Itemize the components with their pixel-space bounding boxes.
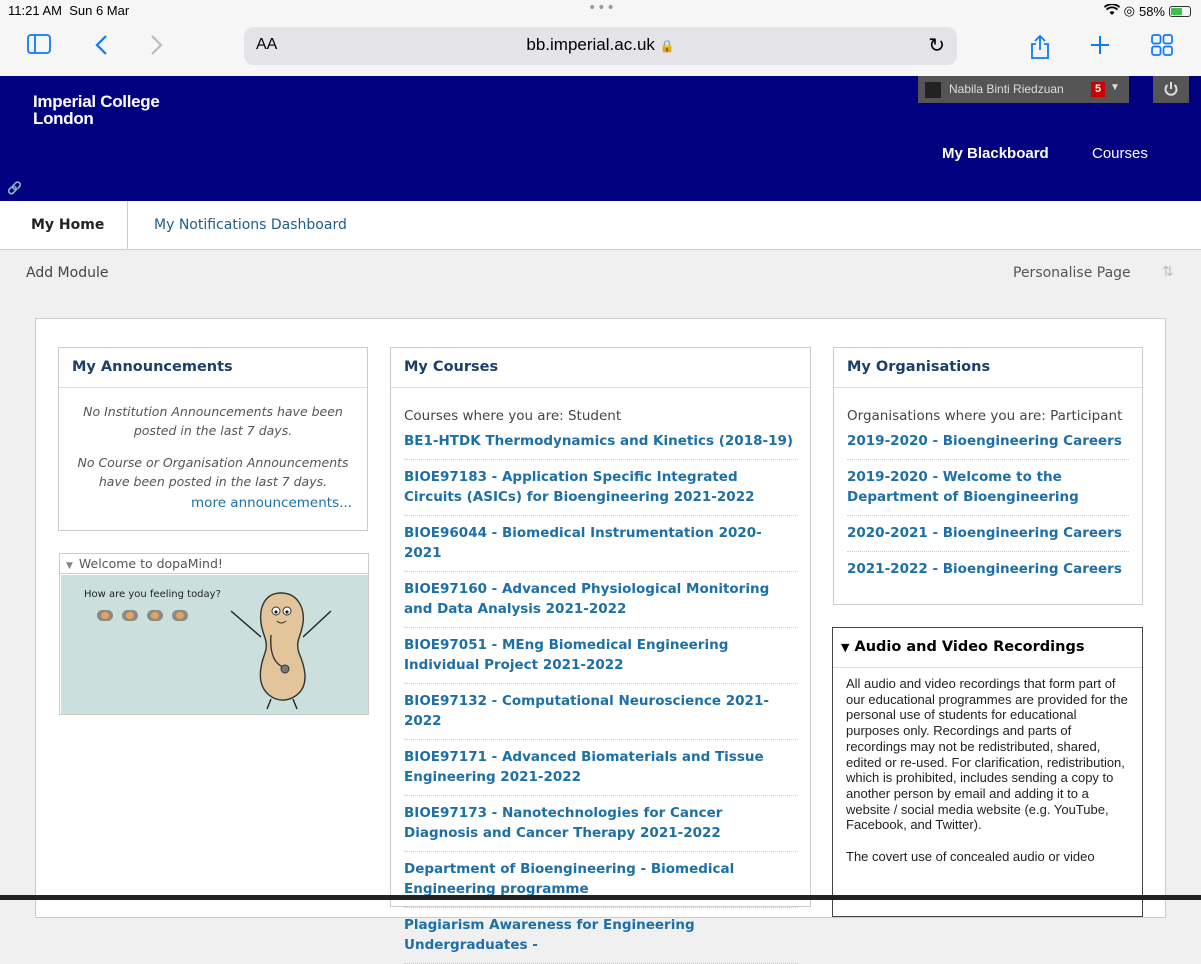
announcements-module: My Announcements No Institution Announce… <box>58 347 368 531</box>
peanut-mascot-icon <box>230 592 332 710</box>
organisation-link[interactable]: 2019-2020 - Welcome to the Department of… <box>847 460 1129 516</box>
nav-my-blackboard[interactable]: My Blackboard <box>942 145 1049 162</box>
course-link[interactable]: BIOE97171 - Advanced Biomaterials and Ti… <box>404 740 798 796</box>
module-title[interactable]: My Announcements <box>59 348 367 388</box>
course-link[interactable]: BIOE97132 - Computational Neuroscience 2… <box>404 684 798 740</box>
logout-button[interactable] <box>1153 76 1189 103</box>
course-link[interactable]: BIOE97183 - Application Specific Integra… <box>404 460 798 516</box>
battery-icon <box>1169 5 1191 17</box>
collapse-icon[interactable]: ▼ <box>841 641 849 654</box>
course-link[interactable]: Plagiarism Awareness for Engineering Und… <box>404 908 798 964</box>
mood-happy-icon[interactable] <box>97 610 113 621</box>
courses-module: My Courses Courses where you are: Studen… <box>390 347 811 964</box>
organisation-link[interactable]: 2021-2022 - Bioengineering Careers <box>847 552 1129 587</box>
nav-courses[interactable]: Courses <box>1092 145 1148 162</box>
avatar <box>925 82 941 98</box>
chevron-down-icon[interactable]: ▼ <box>1110 82 1120 93</box>
url-text[interactable]: bb.imperial.ac.uk 🔒 <box>244 35 957 55</box>
course-link[interactable]: BIOE97051 - MEng Biomedical Engineering … <box>404 628 798 684</box>
back-icon[interactable] <box>90 34 112 60</box>
collapse-icon[interactable]: ▼ <box>66 561 73 571</box>
battery-percent: 58% <box>1138 3 1165 19</box>
organisations-list: 2019-2020 - Bioengineering Careers 2019-… <box>834 424 1142 587</box>
mood-question: How are you feeling today? <box>84 589 221 600</box>
mood-neutral-icon[interactable] <box>122 610 138 621</box>
dopamind-module: ▼ Welcome to dopaMind! How are you feelin… <box>59 553 369 715</box>
organisations-role-label: Organisations where you are: Participant <box>847 408 1123 424</box>
mood-angry-icon[interactable] <box>172 610 188 621</box>
sidebar-icon[interactable] <box>26 34 52 60</box>
new-tab-icon[interactable] <box>1088 34 1112 60</box>
module-title[interactable]: My Organisations <box>834 348 1142 388</box>
bottom-edge <box>0 895 1201 900</box>
recordings-module: ▼ Audio and Video Recordings All audio an… <box>832 627 1143 917</box>
course-announcements-text: No Course or Organisation Announcements … <box>77 455 349 489</box>
status-time: 11:21 AM Sun 6 Mar <box>8 3 130 18</box>
share-icon[interactable] <box>1028 34 1052 60</box>
dopamind-panel: How are you feeling today? <box>61 575 368 714</box>
mood-sad-icon[interactable] <box>147 610 163 621</box>
orientation-lock-icon: ◎ <box>1123 3 1135 18</box>
lock-icon: 🔒 <box>659 39 675 53</box>
recordings-title[interactable]: ▼ Audio and Video Recordings <box>833 628 1142 668</box>
wifi-icon <box>1103 2 1120 19</box>
forward-icon[interactable] <box>146 34 168 60</box>
status-bar: 11:21 AM Sun 6 Mar ••• ◎ 58% <box>0 0 1201 22</box>
user-menu[interactable]: Nabila Binti Riedzuan 5 ▼ <box>918 76 1129 103</box>
notification-badge[interactable]: 5 <box>1091 82 1105 97</box>
course-link[interactable]: BIOE97160 - Advanced Physiological Monit… <box>404 572 798 628</box>
user-name[interactable]: Nabila Binti Riedzuan <box>949 82 1064 96</box>
course-link[interactable]: BE1-HTDK Thermodynamics and Kinetics (20… <box>404 424 798 460</box>
tab-notifications-dashboard[interactable]: My Notifications Dashboard <box>154 217 347 233</box>
address-bar[interactable]: AA bb.imperial.ac.uk 🔒 ↻ <box>244 27 957 65</box>
mood-buttons <box>97 610 188 621</box>
course-link[interactable]: BIOE97173 - Nanotechnologies for Cancer … <box>404 796 798 852</box>
tab-bar: My Home My Notifications Dashboard <box>0 201 1201 250</box>
courses-role-label: Courses where you are: Student <box>404 408 622 424</box>
browser-toolbar: AA bb.imperial.ac.uk 🔒 ↻ <box>0 22 1201 76</box>
organisation-link[interactable]: 2020-2021 - Bioengineering Careers <box>847 516 1129 552</box>
status-indicators: ◎ 58% <box>1103 2 1191 19</box>
recordings-covert-text: The covert use of concealed audio or vid… <box>846 849 1095 865</box>
power-icon <box>1164 82 1178 96</box>
institution-announcements-text: No Institution Announcements have been p… <box>83 404 343 438</box>
recordings-policy-text: All audio and video recordings that form… <box>846 676 1128 833</box>
tab-overview-icon[interactable] <box>1150 34 1174 60</box>
organisations-module: My Organisations Organisations where you… <box>833 347 1143 605</box>
organisation-link[interactable]: 2019-2020 - Bioengineering Careers <box>847 424 1129 460</box>
imperial-logo[interactable]: Imperial College London <box>33 93 160 127</box>
site-header: Imperial College London Nabila Binti Rie… <box>0 76 1201 201</box>
link-icon[interactable]: 🔗 <box>7 181 22 195</box>
add-module-button[interactable]: Add Module <box>26 265 108 281</box>
tab-my-home[interactable]: My Home <box>0 201 128 250</box>
dopamind-title[interactable]: ▼ Welcome to dopaMind! <box>60 554 368 574</box>
reload-icon[interactable]: ↻ <box>928 33 945 57</box>
courses-list: BE1-HTDK Thermodynamics and Kinetics (20… <box>391 424 798 964</box>
multitask-dots[interactable]: ••• <box>588 0 616 16</box>
reorder-icon[interactable]: ⇅ <box>1162 264 1174 280</box>
module-title[interactable]: My Courses <box>391 348 810 388</box>
course-link[interactable]: BIOE96044 - Biomedical Instrumentation 2… <box>404 516 798 572</box>
more-announcements-link[interactable]: more announcements... <box>59 495 367 511</box>
page-actions: Add Module Personalise Page ⇅ <box>0 250 1201 300</box>
personalise-page-button[interactable]: Personalise Page <box>1013 265 1131 281</box>
